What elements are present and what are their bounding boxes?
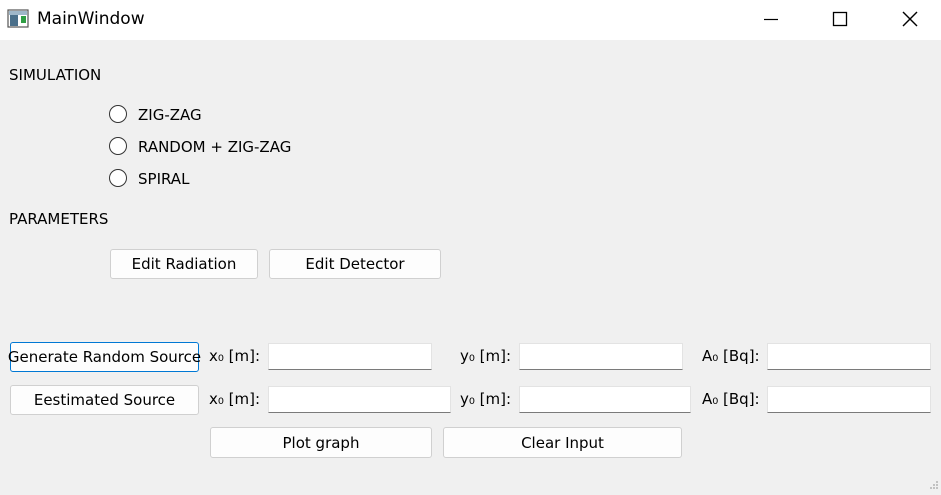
generate-random-source-button[interactable]: Generate Random Source (8, 342, 201, 372)
radio-label: SPIRAL (138, 170, 190, 188)
random-y0-input[interactable] (519, 343, 683, 370)
edit-radiation-button[interactable]: Edit Radiation (110, 249, 258, 279)
minimize-button[interactable] (748, 0, 794, 40)
random-y0-label: y₀ [m]: (460, 347, 512, 365)
radio-label: ZIG-ZAG (138, 106, 202, 124)
window-title: MainWindow (37, 9, 145, 29)
maximize-icon (832, 11, 848, 27)
estimated-source-button[interactable]: Eestimated Source (10, 385, 199, 415)
random-x0-label: x₀ [m]: (209, 347, 261, 365)
window-app-icon (7, 9, 29, 33)
estimated-x0-input[interactable] (268, 386, 451, 413)
maximize-button[interactable] (817, 0, 863, 40)
minimize-icon (764, 18, 778, 21)
title-bar: MainWindow (0, 0, 941, 40)
edit-detector-button[interactable]: Edit Detector (269, 249, 441, 279)
radio-indicator[interactable] (109, 137, 127, 155)
resize-grip-icon[interactable] (929, 475, 939, 493)
parameters-heading: PARAMETERS (9, 210, 109, 228)
random-x0-input[interactable] (268, 343, 432, 370)
random-a0-input[interactable] (767, 343, 931, 370)
estimated-y0-input[interactable] (519, 386, 691, 413)
estimated-a0-label: A₀ [Bq]: (702, 390, 760, 408)
estimated-x0-label: x₀ [m]: (209, 390, 261, 408)
estimated-a0-input[interactable] (767, 386, 931, 413)
clear-input-button[interactable]: Clear Input (443, 427, 682, 458)
close-button[interactable] (887, 0, 933, 40)
plot-graph-button[interactable]: Plot graph (210, 427, 432, 458)
random-a0-label: A₀ [Bq]: (702, 347, 760, 365)
estimated-y0-label: y₀ [m]: (460, 390, 512, 408)
radio-label: RANDOM + ZIG-ZAG (138, 138, 292, 156)
radio-indicator[interactable] (109, 169, 127, 187)
radio-indicator[interactable] (109, 105, 127, 123)
close-icon (902, 11, 918, 27)
simulation-heading: SIMULATION (9, 66, 102, 84)
